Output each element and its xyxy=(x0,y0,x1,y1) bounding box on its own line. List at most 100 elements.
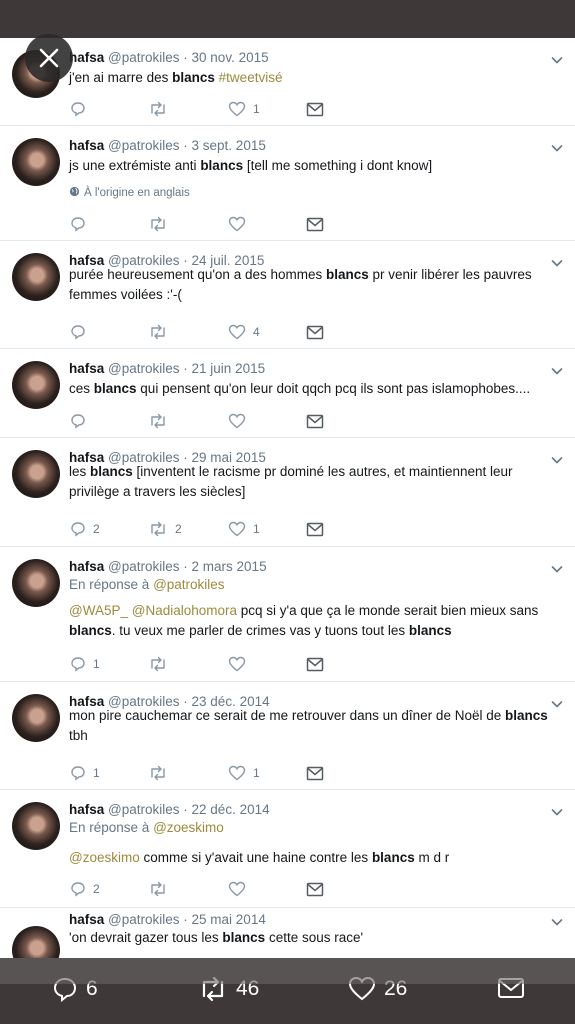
timestamp[interactable]: 21 juin 2015 xyxy=(192,361,266,376)
like-button[interactable] xyxy=(228,880,253,898)
bottom-reply-button[interactable]: 6 xyxy=(52,976,98,1002)
retweet-icon xyxy=(202,976,224,1002)
avatar[interactable] xyxy=(12,450,60,498)
avatar[interactable] xyxy=(12,361,60,409)
chevron-down-icon[interactable] xyxy=(551,454,563,466)
message-button[interactable] xyxy=(306,880,324,898)
reply-count: 1 xyxy=(93,657,100,671)
heart-icon xyxy=(228,765,246,781)
handle[interactable]: @patrokiles xyxy=(108,802,179,817)
timestamp[interactable]: 3 sept. 2015 xyxy=(192,138,266,153)
message-button[interactable] xyxy=(306,412,324,430)
tweet[interactable]: hafsa @patrokiles · 29 mai 2015 les blanc… xyxy=(0,438,575,547)
reply-button[interactable]: 1 xyxy=(70,764,100,782)
tweet[interactable]: hafsa @patrokiles · 2 mars 2015 En répons… xyxy=(0,547,575,682)
replying-to-link[interactable]: @patrokiles xyxy=(153,577,224,592)
text-segment: 'on devrait gazer tous les xyxy=(69,930,223,945)
chevron-down-icon[interactable] xyxy=(551,365,563,377)
reply-button[interactable] xyxy=(70,323,93,341)
display-name[interactable]: hafsa xyxy=(69,361,104,376)
chevron-down-icon[interactable] xyxy=(551,698,563,710)
highlighted-term: blancs xyxy=(222,930,266,945)
chevron-down-icon[interactable] xyxy=(551,54,563,66)
message-button[interactable] xyxy=(306,215,324,233)
chevron-down-icon[interactable] xyxy=(551,257,563,269)
timestamp[interactable]: 25 mai 2014 xyxy=(192,912,266,927)
reply-button[interactable] xyxy=(70,215,93,233)
retweet-button[interactable] xyxy=(148,323,175,341)
tweet-actions xyxy=(70,412,330,430)
message-button[interactable] xyxy=(306,100,324,118)
handle[interactable]: @patrokiles xyxy=(108,361,179,376)
replying-to: En réponse à @zoeskimo xyxy=(69,820,224,835)
avatar[interactable] xyxy=(12,253,60,301)
timestamp[interactable]: 2 mars 2015 xyxy=(192,559,267,574)
message-button[interactable] xyxy=(306,764,324,782)
close-button[interactable] xyxy=(25,34,73,82)
display-name[interactable]: hafsa xyxy=(69,50,104,65)
like-button[interactable]: 1 xyxy=(228,100,260,118)
bottom-retweet-button[interactable]: 46 xyxy=(198,976,259,1002)
display-name[interactable]: hafsa xyxy=(69,138,104,153)
retweet-icon xyxy=(151,881,165,897)
like-button[interactable]: 1 xyxy=(228,520,260,538)
reply-button[interactable]: 1 xyxy=(70,655,100,673)
link[interactable]: @Nadialohomora xyxy=(132,603,237,618)
message-button[interactable] xyxy=(306,655,324,673)
link[interactable]: @WA5P_ xyxy=(69,603,128,618)
retweet-button[interactable]: 2 xyxy=(148,520,182,538)
handle[interactable]: @patrokiles xyxy=(108,138,179,153)
message-button[interactable] xyxy=(306,323,324,341)
handle[interactable]: @patrokiles xyxy=(108,912,179,927)
tweet[interactable]: hafsa @patrokiles · 3 sept. 2015 js une e… xyxy=(0,126,575,241)
text-segment: mon pire cauchemar ce serait de me retro… xyxy=(69,708,505,723)
tweet[interactable]: hafsa @patrokiles · 22 déc. 2014 En répon… xyxy=(0,790,575,908)
chevron-down-icon[interactable] xyxy=(551,916,563,928)
retweet-button[interactable] xyxy=(148,215,175,233)
tweet[interactable]: hafsa @patrokiles · 23 déc. 2014 mon pire… xyxy=(0,682,575,790)
link[interactable]: #tweetvisé xyxy=(219,70,283,85)
envelope-icon xyxy=(306,217,324,231)
highlighted-term: blancs xyxy=(200,158,244,173)
display-name[interactable]: hafsa xyxy=(69,912,104,927)
tweet[interactable]: hafsa @patrokiles · 21 juin 2015 ces blan… xyxy=(0,349,575,438)
reply-button[interactable]: 2 xyxy=(70,520,100,538)
bottom-message-button[interactable] xyxy=(497,976,525,1000)
translation-note[interactable]: À l'origine en anglais xyxy=(69,186,190,199)
avatar[interactable] xyxy=(12,694,60,742)
display-name[interactable]: hafsa xyxy=(69,559,104,574)
tweet-text: purée heureusement qu'on a des hommes bl… xyxy=(69,265,549,305)
chevron-down-icon[interactable] xyxy=(551,142,563,154)
like-button[interactable] xyxy=(228,215,253,233)
reply-button[interactable]: 2 xyxy=(70,880,100,898)
retweet-button[interactable] xyxy=(148,655,175,673)
avatar[interactable] xyxy=(12,138,60,186)
tweet[interactable]: hafsa @patrokiles · 30 nov. 2015 j'en ai … xyxy=(0,38,575,126)
retweet-button[interactable] xyxy=(148,100,175,118)
like-button[interactable]: 1 xyxy=(228,764,260,782)
avatar[interactable] xyxy=(12,802,60,850)
reply-count: 1 xyxy=(93,766,100,780)
retweet-button[interactable] xyxy=(148,880,175,898)
timestamp[interactable]: 30 nov. 2015 xyxy=(192,50,269,65)
chevron-down-icon[interactable] xyxy=(551,563,563,575)
tweet[interactable]: hafsa @patrokiles · 24 juil. 2015 purée h… xyxy=(0,241,575,349)
reply-button[interactable] xyxy=(70,100,93,118)
reply-button[interactable] xyxy=(70,412,93,430)
bottom-like-button[interactable]: 26 xyxy=(348,976,407,1002)
timestamp[interactable]: 22 déc. 2014 xyxy=(192,802,270,817)
display-name[interactable]: hafsa xyxy=(69,802,104,817)
text-segment: . tu veux me parler de crimes vas y tuon… xyxy=(111,623,409,638)
link[interactable]: @zoeskimo xyxy=(69,850,140,865)
handle[interactable]: @patrokiles xyxy=(108,559,179,574)
retweet-button[interactable] xyxy=(148,412,175,430)
like-button[interactable] xyxy=(228,412,253,430)
message-button[interactable] xyxy=(306,520,324,538)
like-button[interactable]: 4 xyxy=(228,323,260,341)
chevron-down-icon[interactable] xyxy=(551,806,563,818)
handle[interactable]: @patrokiles xyxy=(108,50,179,65)
like-button[interactable] xyxy=(228,655,253,673)
avatar[interactable] xyxy=(12,559,60,607)
retweet-button[interactable] xyxy=(148,764,175,782)
replying-to-link[interactable]: @zoeskimo xyxy=(153,820,224,835)
